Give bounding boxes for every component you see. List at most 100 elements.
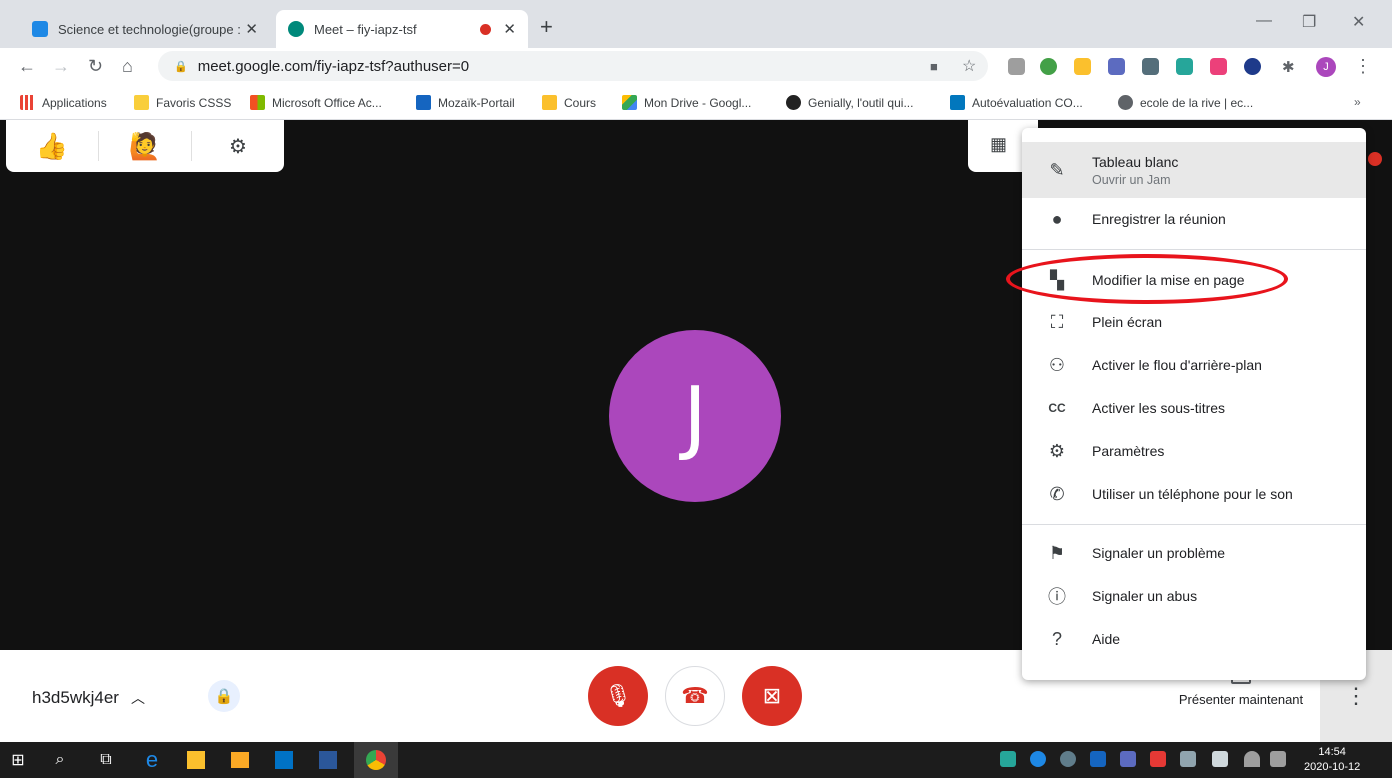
- mic-off-button[interactable]: 🎙: [588, 666, 648, 726]
- menu-item-fullscreen[interactable]: ⛶ Plein écran: [1022, 301, 1366, 343]
- record-icon: ●: [1051, 208, 1063, 229]
- extension-icon[interactable]: [1210, 58, 1227, 75]
- grid-icon[interactable]: ▦: [990, 134, 1007, 155]
- search-icon[interactable]: ⌕: [50, 750, 70, 770]
- present-now-label: Présenter maintenant: [1178, 692, 1304, 707]
- blur-icon: ⚇: [1048, 354, 1066, 375]
- bookmark-office[interactable]: Microsoft Office Ac...: [250, 95, 382, 110]
- tab-meet[interactable]: Meet – fiy-iapz-tsf ✕: [276, 10, 528, 48]
- menu-item-label: Enregistrer la réunion: [1092, 211, 1226, 227]
- red-annotation-ellipse: [1006, 254, 1288, 304]
- new-tab-button[interactable]: +: [540, 14, 553, 40]
- menu-item-help[interactable]: ? Aide: [1022, 618, 1366, 660]
- tray-app-icon[interactable]: [1120, 751, 1136, 767]
- microsoft-icon: [250, 95, 265, 110]
- close-tab-icon[interactable]: ✕: [503, 20, 516, 38]
- gear-icon[interactable]: ⚙: [192, 120, 284, 172]
- profile-avatar[interactable]: J: [1316, 57, 1336, 77]
- thumbs-up-icon[interactable]: 👍: [6, 120, 98, 172]
- reactions-panel: 👍 🙋 ⚙: [6, 120, 284, 172]
- sticky-notes-icon[interactable]: [187, 751, 205, 769]
- apps-grid-icon: [20, 95, 35, 110]
- menu-item-label: Tableau blanc: [1092, 153, 1179, 170]
- menu-item-settings[interactable]: ⚙ Paramètres: [1022, 430, 1366, 472]
- classroom-icon: [542, 95, 557, 110]
- menu-item-report-problem[interactable]: ⚑ Signaler un problème: [1022, 532, 1366, 574]
- muted-mic-badge-icon: [1368, 152, 1382, 166]
- lock-icon: 🔒: [174, 60, 188, 73]
- chrome-icon[interactable]: [366, 750, 386, 770]
- url-text: meet.google.com/fiy-iapz-tsf?authuser=0: [197, 57, 470, 75]
- windows-start-icon[interactable]: ⊞: [8, 750, 28, 770]
- tray-app-icon[interactable]: [1090, 751, 1106, 767]
- extension-icon[interactable]: [1008, 58, 1025, 75]
- extension-icon[interactable]: [1040, 58, 1057, 75]
- outlook-icon[interactable]: [275, 751, 293, 769]
- tray-app-icon[interactable]: [1180, 751, 1196, 767]
- camera-off-button[interactable]: ⊠: [742, 666, 802, 726]
- file-explorer-icon[interactable]: [231, 752, 249, 768]
- word-icon[interactable]: [319, 751, 337, 769]
- battery-icon[interactable]: [1212, 751, 1228, 767]
- camera-off-icon: ⊠: [762, 683, 782, 708]
- meeting-details-button[interactable]: h3d5wkj4er ︿: [32, 688, 145, 708]
- back-icon[interactable]: ←: [18, 56, 36, 77]
- bookmark-apps[interactable]: Applications: [20, 95, 107, 110]
- restore-icon[interactable]: ❐: [1302, 12, 1316, 32]
- browser-tab-strip: Science et technologie(groupe : ✕ Meet –…: [0, 0, 1392, 48]
- close-window-icon[interactable]: ✕: [1352, 12, 1365, 32]
- tray-app-icon[interactable]: [1060, 751, 1076, 767]
- bookmark-cours[interactable]: Cours: [542, 95, 596, 110]
- menu-item-captions[interactable]: CC Activer les sous-titres: [1022, 387, 1366, 429]
- classroom-icon: [32, 21, 48, 37]
- home-icon[interactable]: ⌂: [122, 56, 133, 77]
- bookmarks-overflow-button[interactable]: »: [1354, 95, 1361, 109]
- bookmark-star-icon[interactable]: ☆: [962, 56, 976, 76]
- puzzle-icon[interactable]: ✱: [1282, 58, 1295, 76]
- bookmarks-bar: Applications Favoris CSSS Microsoft Offi…: [0, 86, 1392, 120]
- hang-up-button[interactable]: ☎: [665, 666, 725, 726]
- close-tab-icon[interactable]: ✕: [245, 20, 258, 38]
- mozaik-icon: [416, 95, 431, 110]
- wifi-icon[interactable]: [1244, 751, 1260, 767]
- onedrive-icon[interactable]: [1030, 751, 1046, 767]
- reload-icon[interactable]: ↻: [88, 56, 103, 77]
- menu-item-report-abuse[interactable]: ⓘ Signaler un abus: [1022, 575, 1366, 617]
- menu-item-label: Activer le flou d'arrière-plan: [1092, 357, 1262, 373]
- bookmark-drive[interactable]: Mon Drive - Googl...: [622, 95, 751, 110]
- feedback-icon: ⚑: [1048, 542, 1066, 563]
- task-view-icon[interactable]: ⧉: [96, 750, 116, 770]
- menu-item-blur-background[interactable]: ⚇ Activer le flou d'arrière-plan: [1022, 344, 1366, 386]
- bookmark-genially[interactable]: Genially, l'outil qui...: [786, 95, 913, 110]
- extension-icon[interactable]: [1142, 58, 1159, 75]
- extension-icon[interactable]: [1244, 58, 1261, 75]
- browser-toolbar: ← → ↻ ⌂ 🔒 meet.google.com/fiy-iapz-tsf?a…: [0, 48, 1392, 86]
- browser-menu-icon[interactable]: ⋮: [1354, 56, 1372, 77]
- phone-icon: ✆: [1049, 483, 1065, 504]
- menu-item-whiteboard[interactable]: ✎ Tableau blanc Ouvrir un Jam: [1022, 142, 1366, 198]
- camera-icon[interactable]: ■: [930, 59, 938, 74]
- tab-classroom[interactable]: Science et technologie(groupe : ✕: [20, 10, 270, 48]
- menu-item-phone-audio[interactable]: ✆ Utiliser un téléphone pour le son: [1022, 473, 1366, 515]
- more-options-menu: ✎ Tableau blanc Ouvrir un Jam ● Enregist…: [1022, 128, 1366, 680]
- extension-icon[interactable]: [1176, 58, 1193, 75]
- security-shield-icon[interactable]: 🔒: [208, 680, 240, 712]
- meet-icon: [288, 21, 304, 37]
- extension-icon[interactable]: [1074, 58, 1091, 75]
- bookmark-folder[interactable]: Favoris CSSS: [134, 95, 231, 110]
- edge-icon[interactable]: e: [142, 747, 162, 772]
- tray-app-icon[interactable]: [1000, 751, 1016, 767]
- bookmark-ecole[interactable]: ecole de la rive | ec...: [1118, 95, 1253, 110]
- bookmark-mozaik[interactable]: Mozaïk-Portail: [416, 95, 515, 110]
- raise-hand-icon[interactable]: 🙋: [99, 120, 191, 172]
- bookmark-autoevaluation[interactable]: Autoévaluation CO...: [950, 95, 1083, 110]
- forward-icon[interactable]: →: [52, 56, 70, 77]
- taskbar-clock[interactable]: 14:54 2020-10-12: [1304, 745, 1360, 775]
- menu-item-record[interactable]: ● Enregistrer la réunion: [1022, 198, 1366, 240]
- address-bar[interactable]: 🔒 meet.google.com/fiy-iapz-tsf?authuser=…: [158, 51, 988, 81]
- volume-muted-icon[interactable]: [1270, 751, 1286, 767]
- extension-icon[interactable]: [1108, 58, 1125, 75]
- fullscreen-icon: ⛶: [1050, 311, 1064, 332]
- minimize-icon[interactable]: —: [1256, 12, 1272, 30]
- tray-app-icon[interactable]: [1150, 751, 1166, 767]
